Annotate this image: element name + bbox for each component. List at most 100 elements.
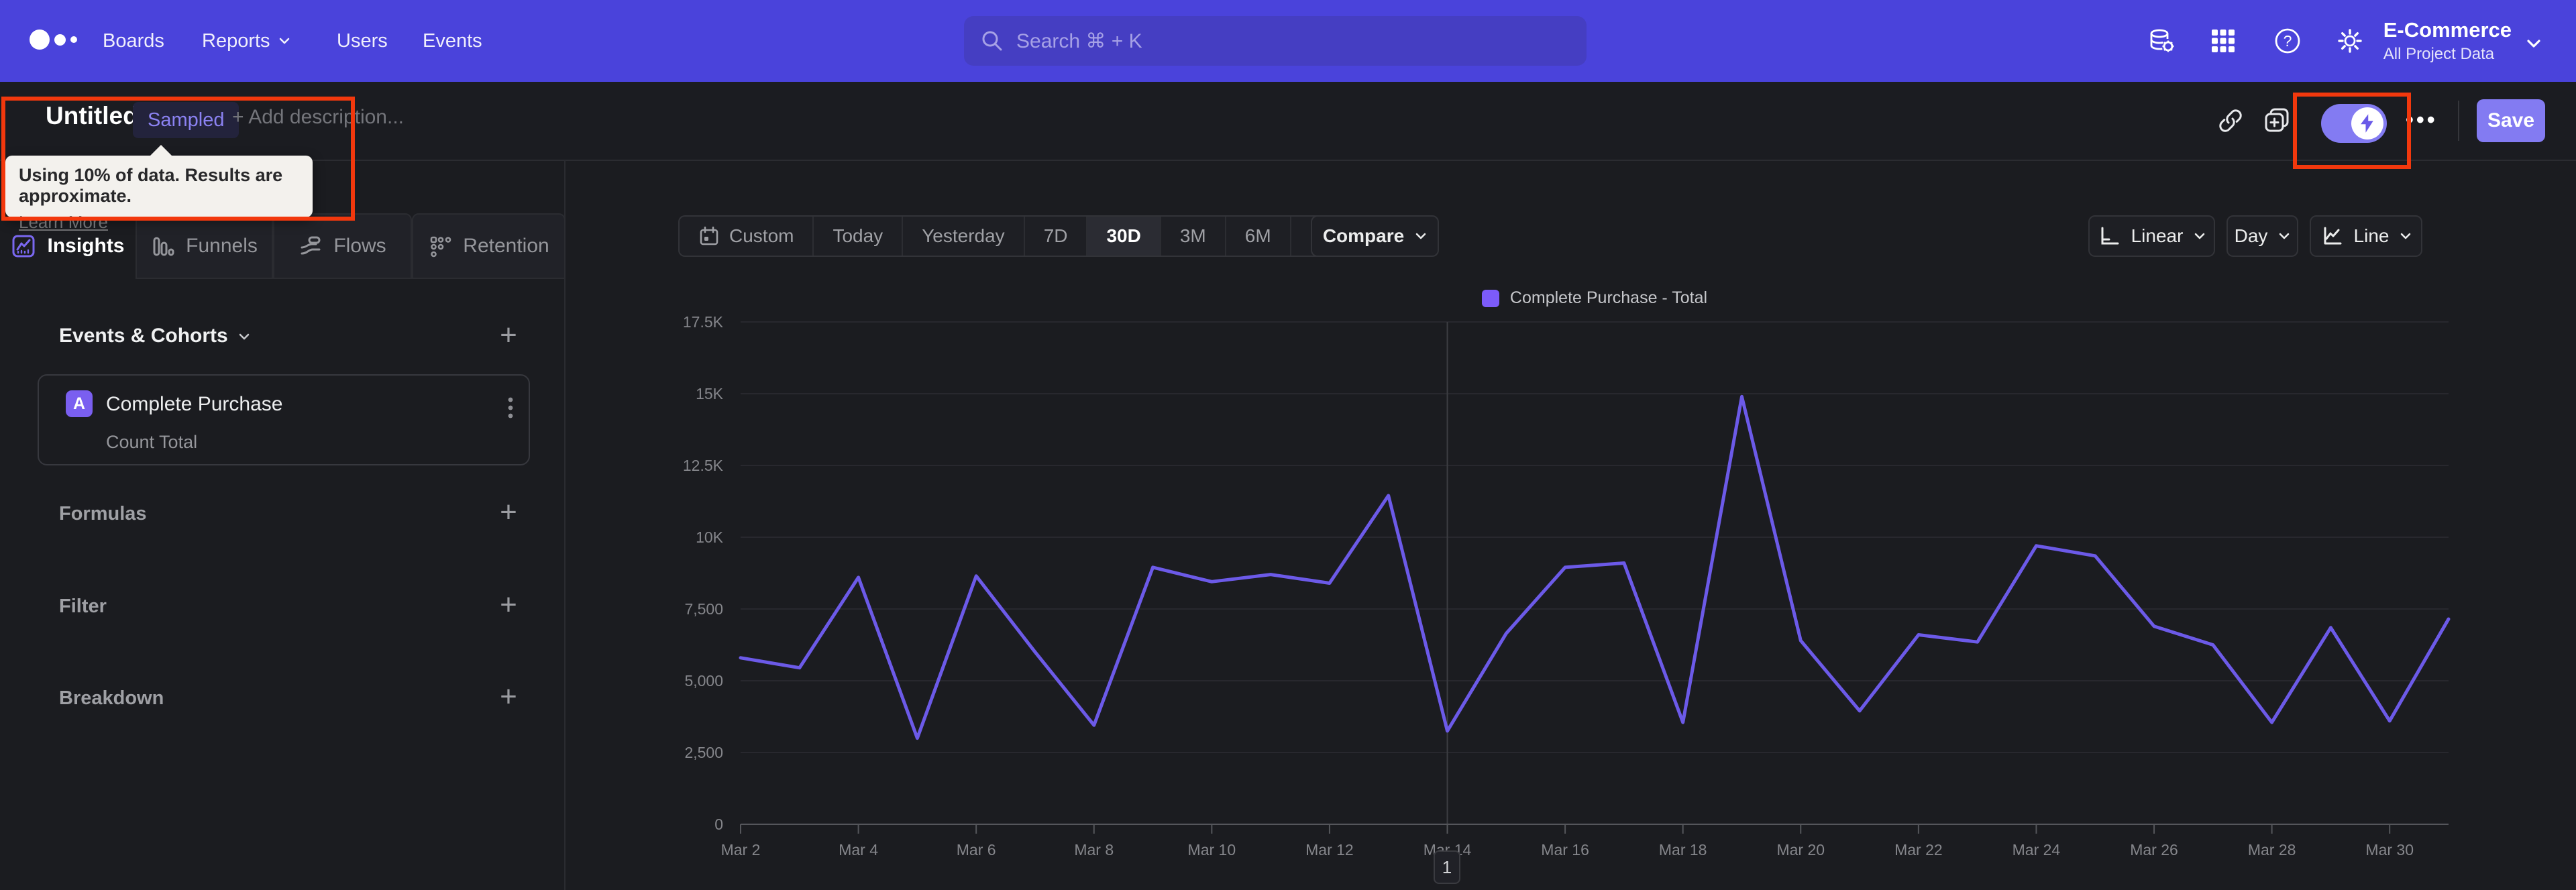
nav-item-label: Events xyxy=(423,30,482,52)
charttype-label: Line xyxy=(2353,225,2390,246)
svg-text:?: ? xyxy=(2284,32,2292,50)
line-chart[interactable]: 17.5K 15K 12.5K 10K 7,500 5,000 2,500 0 Mar 2 Mar… xyxy=(570,288,2576,890)
events-cohorts-label: Events & Cohorts xyxy=(59,325,228,347)
series-line-complete-purchase[interactable] xyxy=(739,394,2451,740)
y-axis-label: 5,000 xyxy=(684,672,723,689)
scale-dropdown[interactable]: Linear xyxy=(2088,215,2215,257)
save-button[interactable]: Save xyxy=(2477,99,2545,142)
add-event-button[interactable]: + xyxy=(494,321,523,351)
linear-scale-icon xyxy=(2098,225,2121,247)
y-axis-label: 15K xyxy=(696,385,724,402)
add-description-button[interactable]: + Add description... xyxy=(232,106,404,129)
add-filter-button[interactable]: + xyxy=(494,590,523,621)
line-chart-icon xyxy=(2320,225,2343,247)
search-icon xyxy=(980,29,1004,53)
lightning-icon xyxy=(2361,114,2373,133)
range-3m[interactable]: 3M xyxy=(1161,217,1226,256)
settings-icon[interactable] xyxy=(2335,26,2365,56)
range-label: 6M xyxy=(1244,225,1271,246)
apps-grid-icon[interactable] xyxy=(2208,26,2238,56)
titlebar-divider xyxy=(2458,101,2459,141)
scale-label: Linear xyxy=(2131,225,2184,246)
copy-link-icon[interactable] xyxy=(2215,105,2246,136)
chevron-down-icon xyxy=(2194,230,2206,242)
mixpanel-logo-icon[interactable] xyxy=(30,30,77,50)
x-axis-label: Mar 18 xyxy=(1659,841,1707,858)
help-icon[interactable]: ? xyxy=(2273,26,2302,56)
y-axis-label: 7,500 xyxy=(684,600,723,618)
chevron-down-icon xyxy=(2278,230,2290,242)
x-axis-label: Mar 24 xyxy=(2012,841,2061,858)
event-series-badge: A xyxy=(66,390,93,417)
x-axis-label: Mar 8 xyxy=(1074,841,1114,858)
search-input[interactable]: Search ⌘ + K xyxy=(964,16,1587,66)
range-custom[interactable]: Custom xyxy=(680,217,814,256)
sampling-tooltip: Using 10% of data. Results are approxima… xyxy=(5,145,313,232)
nav-item-users[interactable]: Users xyxy=(337,0,388,82)
flows-icon xyxy=(299,234,323,258)
x-axis-label: Mar 16 xyxy=(1541,841,1589,858)
tab-label: Funnels xyxy=(186,235,258,257)
top-nav: Boards Reports Users Events Search ⌘ + K xyxy=(0,0,2576,82)
breakdown-label: Breakdown xyxy=(59,687,164,709)
tooltip-learn-more-link[interactable]: Learn More xyxy=(19,212,299,233)
range-label: Yesterday xyxy=(922,225,1005,246)
nav-item-label: Reports xyxy=(202,30,270,52)
event-options-kebab-icon[interactable] xyxy=(500,394,521,421)
range-30d[interactable]: 30D xyxy=(1087,217,1161,256)
nav-item-reports[interactable]: Reports xyxy=(202,0,290,82)
project-scope: All Project Data xyxy=(2383,45,2495,63)
x-axis-label: Mar 22 xyxy=(1894,841,1943,858)
range-label: Today xyxy=(833,225,883,246)
project-selector[interactable]: E-Commerce All Project Data xyxy=(2383,0,2540,82)
nav-item-boards[interactable]: Boards xyxy=(103,0,164,82)
data-governance-icon[interactable] xyxy=(2147,26,2176,56)
events-cohorts-header[interactable]: Events & Cohorts xyxy=(59,325,250,347)
interval-dropdown[interactable]: Day xyxy=(2226,215,2298,257)
nav-item-events[interactable]: Events xyxy=(423,0,482,82)
range-today[interactable]: Today xyxy=(814,217,904,256)
chevron-down-icon xyxy=(1415,230,1427,242)
report-title[interactable]: Untitled xyxy=(46,102,138,130)
funnels-icon xyxy=(151,234,175,258)
tooltip-arrow xyxy=(149,145,173,157)
tooltip-text: Using 10% of data. Results are approxima… xyxy=(19,165,283,206)
add-to-board-icon[interactable] xyxy=(2262,105,2293,136)
tab-retention[interactable]: Retention xyxy=(412,213,566,279)
y-axis-label: 12.5K xyxy=(683,457,724,474)
event-name[interactable]: Complete Purchase xyxy=(106,393,282,416)
range-6m[interactable]: 6M xyxy=(1226,217,1291,256)
calendar-icon xyxy=(698,225,720,247)
chevron-down-icon xyxy=(278,35,290,47)
x-axis-label: Mar 4 xyxy=(839,841,878,858)
more-menu-button[interactable]: ••• xyxy=(2406,107,2438,133)
tab-label: Retention xyxy=(463,235,549,257)
charttype-dropdown[interactable]: Line xyxy=(2310,215,2422,257)
save-button-label: Save xyxy=(2487,109,2535,131)
pagination-page-button[interactable]: 1 xyxy=(1434,850,1460,884)
range-7d[interactable]: 7D xyxy=(1025,217,1088,256)
event-metric[interactable]: Count Total xyxy=(106,432,197,453)
nav-item-label: Users xyxy=(337,30,388,52)
range-yesterday[interactable]: Yesterday xyxy=(903,217,1025,256)
event-card[interactable]: A Complete Purchase Count Total xyxy=(38,374,530,465)
sampled-badge[interactable]: Sampled xyxy=(133,102,239,138)
retention-icon xyxy=(428,234,452,258)
compare-label: Compare xyxy=(1322,225,1405,246)
x-axis-label: Mar 28 xyxy=(2248,841,2296,858)
chevron-down-icon xyxy=(2400,230,2412,242)
sampling-toggle[interactable] xyxy=(2321,104,2387,143)
add-formula-button[interactable]: + xyxy=(494,498,523,529)
search-placeholder: Search ⌘ + K xyxy=(1016,30,1142,52)
x-axis-label: Mar 6 xyxy=(957,841,996,858)
pagination-page-number: 1 xyxy=(1442,856,1452,877)
toggle-knob xyxy=(2351,107,2383,140)
compare-dropdown[interactable]: Compare xyxy=(1311,215,1439,257)
interval-label: Day xyxy=(2234,225,2268,246)
x-axis-label: Mar 20 xyxy=(1776,841,1825,858)
y-axis-label: 10K xyxy=(696,529,724,546)
formulas-label: Formulas xyxy=(59,503,147,524)
add-breakdown-button[interactable]: + xyxy=(494,682,523,713)
y-axis-label: 2,500 xyxy=(684,744,723,761)
range-label: 7D xyxy=(1043,225,1068,246)
